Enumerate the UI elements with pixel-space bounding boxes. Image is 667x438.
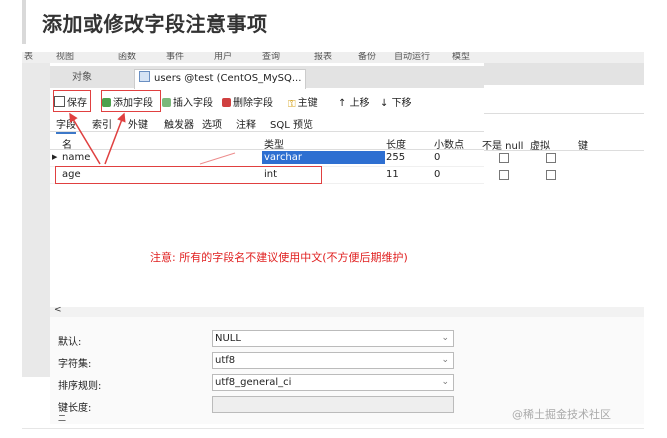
charset-label: 字符集: xyxy=(58,359,92,370)
page-heading-bar: 添加或修改字段注意事项 xyxy=(22,0,646,44)
insert-field-icon xyxy=(162,98,171,107)
col-header-name[interactable]: 名 xyxy=(62,136,72,151)
field-length-cell[interactable]: 11 xyxy=(386,169,399,180)
move-up-button[interactable]: ↑ 上移 xyxy=(338,94,370,109)
primary-key-button[interactable]: ⚿ 主键 xyxy=(288,94,318,110)
highlight-save xyxy=(53,90,91,112)
menu-item-user[interactable]: 用户 xyxy=(214,52,232,62)
move-down-label: 下移 xyxy=(391,98,412,109)
menu-item-view[interactable]: 视图 xyxy=(56,52,74,62)
menu-item-backup[interactable]: 备份 xyxy=(358,52,376,62)
current-row-icon: ▶ xyxy=(52,153,58,161)
chevron-down-icon: ⌄ xyxy=(441,333,449,343)
insert-field-button[interactable]: 插入字段 xyxy=(162,94,213,109)
field-properties-panel: 默认: NULL ⌄ 字符集: utf8 ⌄ 排序规则: utf8_general_… xyxy=(50,317,484,424)
subtab-triggers[interactable]: 触发器 xyxy=(164,116,194,131)
menu-item-query[interactable]: 查询 xyxy=(262,52,280,62)
table-icon xyxy=(139,71,150,82)
scrollbar-extension xyxy=(484,307,644,317)
designer-subtabs: 字段 索引 外键 触发器 选项 注释 SQL 预览 xyxy=(50,113,484,134)
tab-users-label: users @test (CentOS_MySQ... xyxy=(154,73,302,84)
field-decimals-cell[interactable]: 0 xyxy=(434,152,440,163)
field-type-cell[interactable]: varchar xyxy=(262,151,385,164)
highlight-add-field xyxy=(101,90,161,112)
menu-item-function[interactable]: 函数 xyxy=(118,52,136,62)
watermark: @稀土掘金技术社区 xyxy=(512,408,611,421)
subtab-foreign-keys[interactable]: 外键 xyxy=(128,116,148,131)
key-length-label: 键长度: xyxy=(58,403,92,414)
collation-value: utf8_general_ci xyxy=(215,377,292,388)
menubar: 表 视图 函数 事件 用户 查询 报表 备份 自动运行 模型 xyxy=(22,52,484,63)
col-header-type[interactable]: 类型 xyxy=(264,136,284,151)
subtab-indexes[interactable]: 索引 xyxy=(92,116,112,131)
default-label: 默认: xyxy=(58,337,82,348)
tab-objects[interactable]: 对象 xyxy=(62,69,136,86)
subtab-comment[interactable]: 注释 xyxy=(236,116,256,131)
key-icon: ⚿ xyxy=(288,99,296,110)
chevron-down-icon: ⌄ xyxy=(441,377,449,387)
field-name-cell[interactable]: name xyxy=(62,152,90,163)
menu-item-model[interactable]: 模型 xyxy=(452,52,470,62)
key-length-input[interactable] xyxy=(212,396,454,413)
menubar-extension xyxy=(484,52,644,63)
menu-item-autorun[interactable]: 自动运行 xyxy=(394,52,430,62)
tab-bar-extension xyxy=(484,63,644,85)
scroll-left-icon[interactable]: < xyxy=(54,305,62,315)
grid-header: 名 类型 长度 小数点 xyxy=(50,134,484,151)
annotation-note: 注意: 所有的字段名不建议使用中文(不方便后期维护) xyxy=(150,251,408,264)
col-header-decimals[interactable]: 小数点 xyxy=(434,136,464,151)
arrow-down-icon: ↓ xyxy=(380,98,392,109)
delete-field-button[interactable]: 删除字段 xyxy=(222,94,273,109)
collation-label: 排序规则: xyxy=(58,381,102,392)
extra-label: 二 xyxy=(58,414,66,423)
collation-select[interactable]: utf8_general_ci ⌄ xyxy=(212,374,454,391)
arrow-up-icon: ↑ xyxy=(338,98,350,109)
col-header-length[interactable]: 长度 xyxy=(386,136,406,151)
bottom-divider xyxy=(22,428,644,429)
menu-item-report[interactable]: 报表 xyxy=(314,52,332,62)
table-row[interactable]: ▶ name varchar 255 0 xyxy=(50,150,484,167)
navigator-pane xyxy=(22,63,50,377)
navicat-screenshot: 表 视图 函数 事件 用户 查询 报表 备份 自动运行 模型 对象 users … xyxy=(22,52,484,424)
not-null-checkbox[interactable] xyxy=(499,170,509,180)
subtab-sql-preview[interactable]: SQL 预览 xyxy=(270,116,313,131)
charset-select[interactable]: utf8 ⌄ xyxy=(212,352,454,369)
default-value: NULL xyxy=(215,333,241,344)
primary-key-label: 主键 xyxy=(297,98,318,109)
insert-field-label: 插入字段 xyxy=(173,98,213,109)
field-length-cell[interactable]: 255 xyxy=(386,152,405,163)
grid-header-divider xyxy=(484,150,644,151)
charset-value: utf8 xyxy=(215,355,236,366)
move-up-label: 上移 xyxy=(349,98,370,109)
tab-users-table[interactable]: users @test (CentOS_MySQ... xyxy=(134,69,306,89)
menu-item-event[interactable]: 事件 xyxy=(166,52,184,62)
delete-field-icon xyxy=(222,98,231,107)
subtab-fields[interactable]: 字段 xyxy=(56,116,76,134)
highlight-age-row xyxy=(55,166,322,184)
chevron-down-icon: ⌄ xyxy=(441,355,449,365)
tab-bar: 对象 users @test (CentOS_MySQ... xyxy=(50,66,484,89)
virtual-checkbox[interactable] xyxy=(546,153,556,163)
delete-field-label: 删除字段 xyxy=(233,98,273,109)
subtab-options[interactable]: 选项 xyxy=(202,116,222,131)
menu-item-table[interactable]: 表 xyxy=(24,52,33,62)
subtab-divider xyxy=(484,113,644,114)
field-decimals-cell[interactable]: 0 xyxy=(434,169,440,180)
virtual-checkbox[interactable] xyxy=(546,170,556,180)
not-null-checkbox[interactable] xyxy=(499,153,509,163)
page-title: 添加或修改字段注意事项 xyxy=(42,12,268,36)
default-select[interactable]: NULL ⌄ xyxy=(212,330,454,347)
move-down-button[interactable]: ↓ 下移 xyxy=(380,94,412,109)
horizontal-scrollbar[interactable]: < xyxy=(50,305,484,317)
